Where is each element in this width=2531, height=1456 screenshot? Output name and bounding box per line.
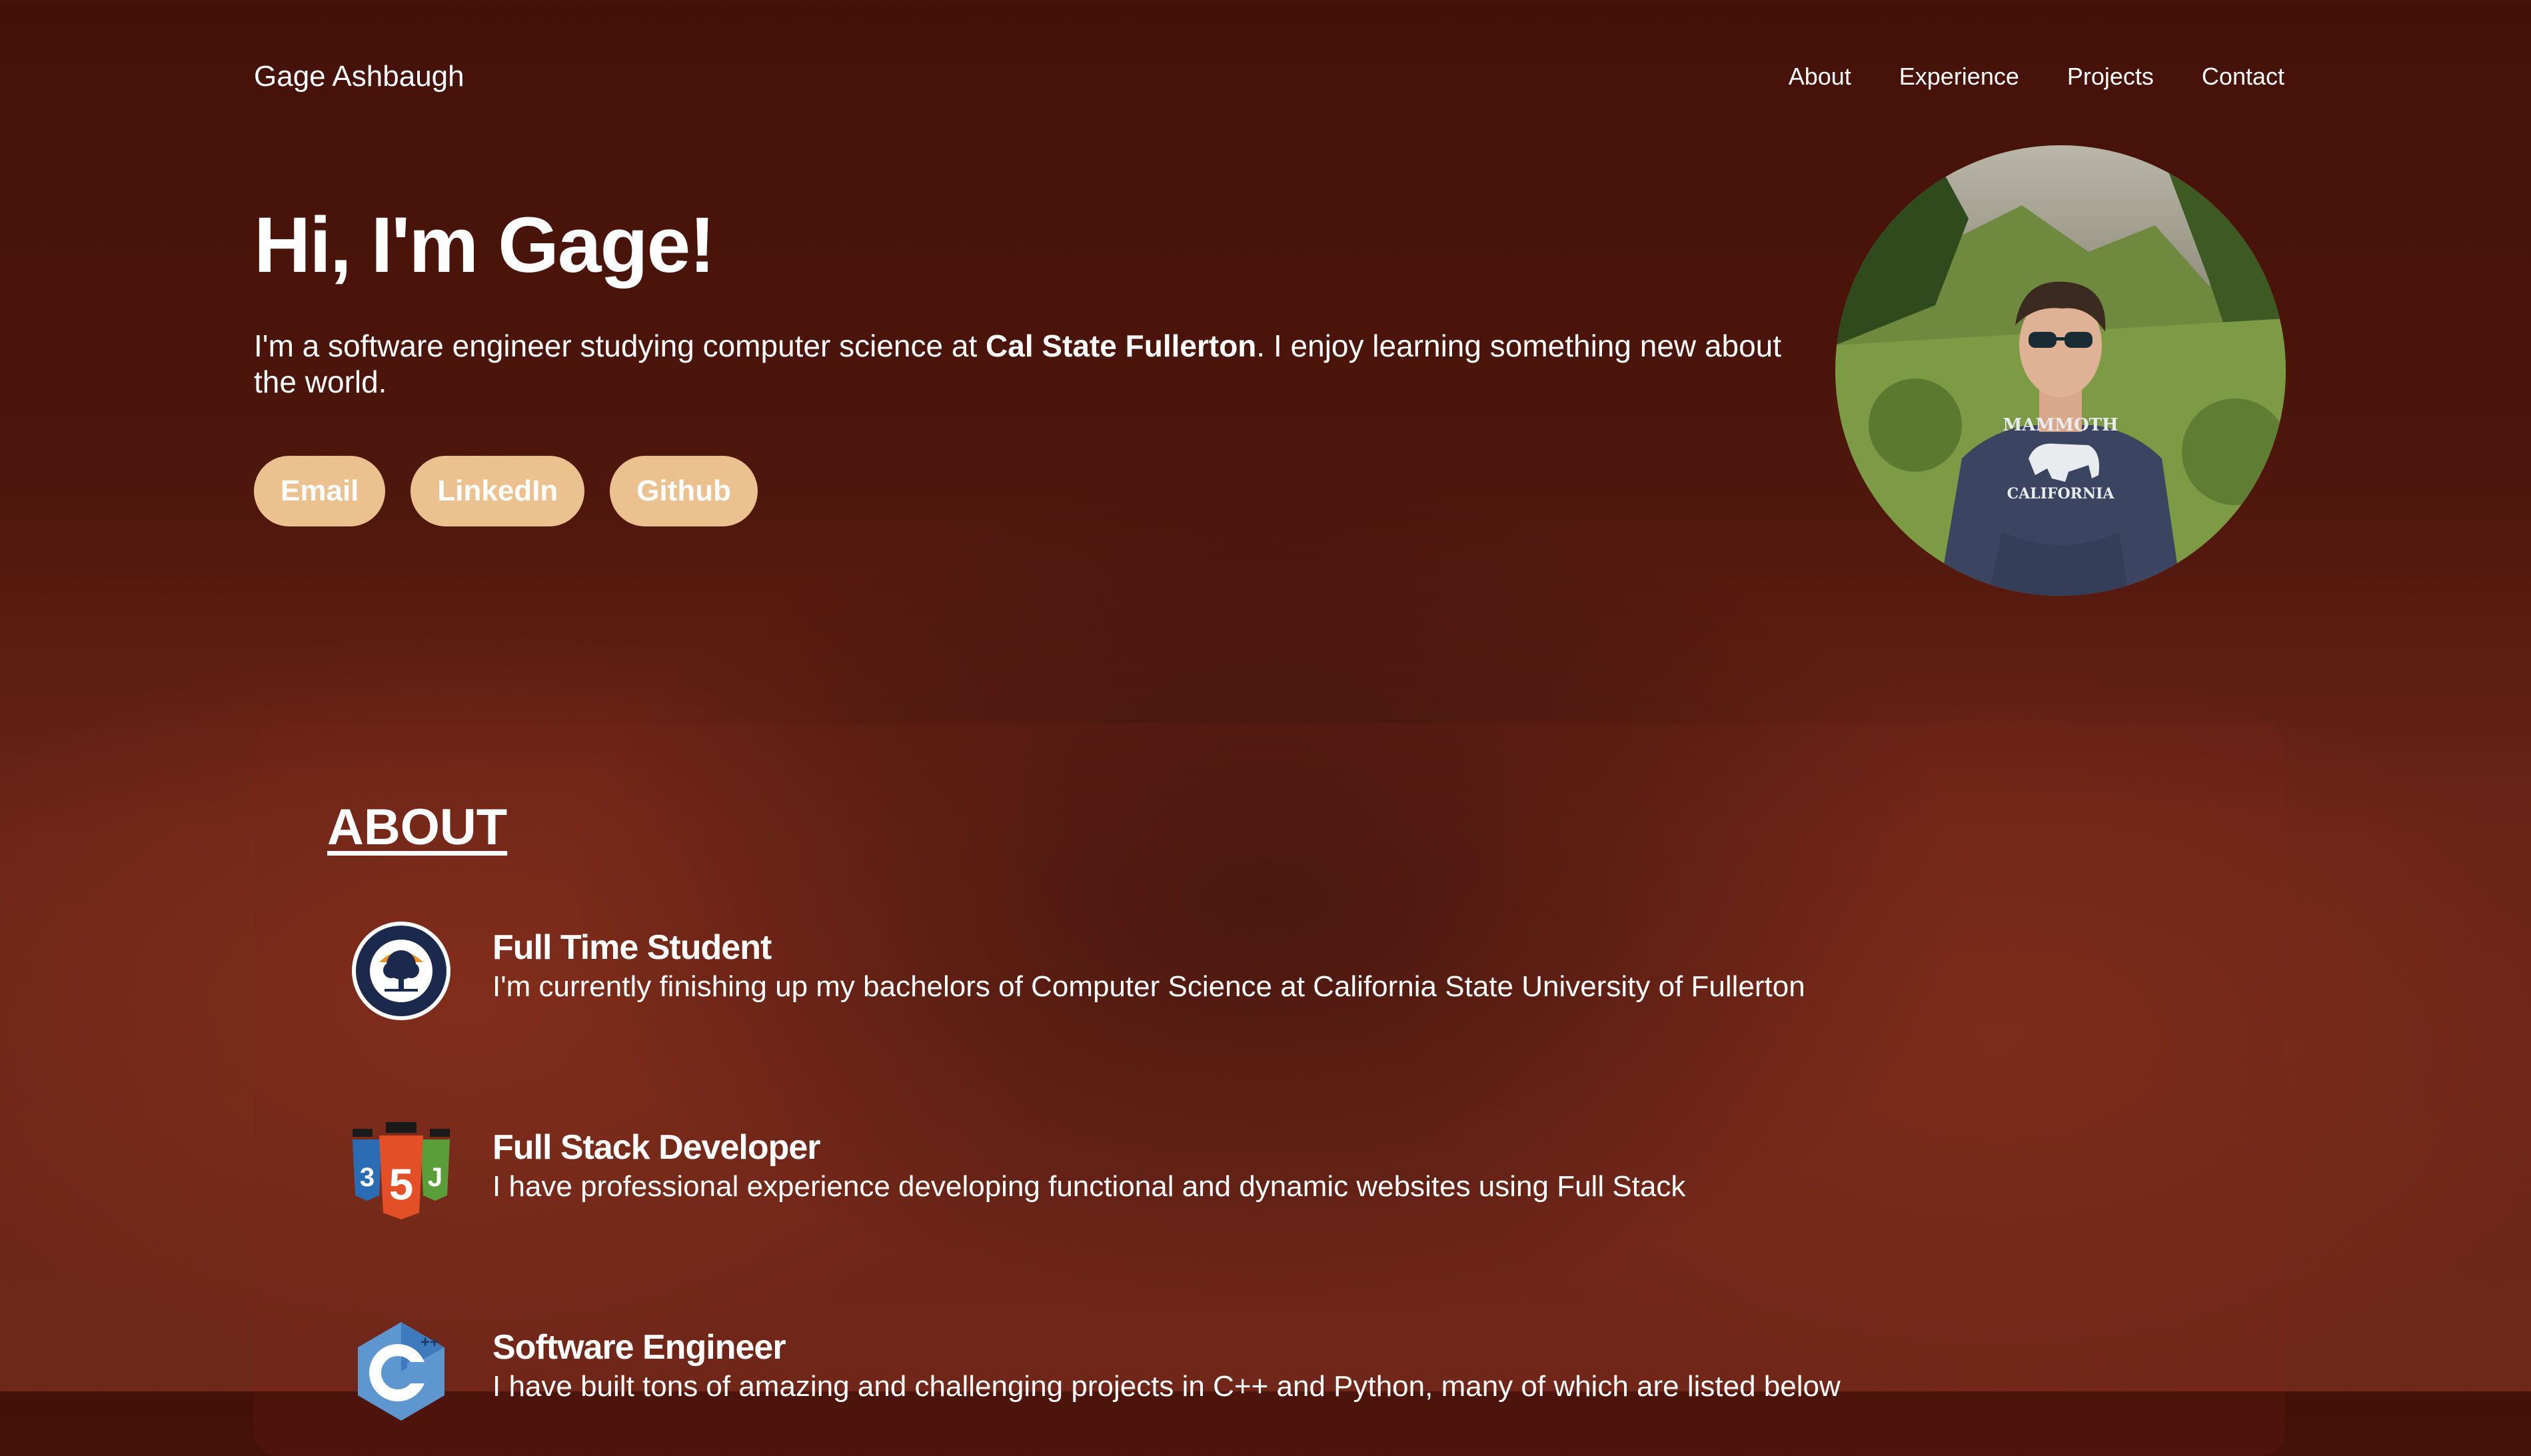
intro-text: I'm a software engineer studying compute… (254, 329, 986, 363)
about-item-title: Full Stack Developer (492, 1128, 821, 1167)
about-item-title: Full Time Student (492, 928, 772, 967)
svg-text:3: 3 (360, 1163, 375, 1192)
svg-text:5: 5 (389, 1159, 414, 1209)
contact-buttons: Email LinkedIn Github (254, 456, 758, 526)
svg-text:CALIFORNIA: CALIFORNIA (2007, 485, 2115, 502)
svg-text:J: J (428, 1163, 442, 1192)
cpp-icon: ++ (351, 1321, 451, 1421)
svg-text:++: ++ (421, 1333, 439, 1351)
svg-text:MAMMOTH: MAMMOTH (2003, 415, 2118, 435)
about-item-software: ++ Software Engineer I have built tons o… (351, 1321, 1841, 1421)
university-name: Cal State Fullerton (986, 329, 1257, 363)
about-title: ABOUT (327, 799, 508, 856)
hero-intro: I'm a software engineer studying compute… (254, 328, 1800, 400)
nav-experience[interactable]: Experience (1899, 63, 2019, 91)
main-nav: About Experience Projects Contact (1789, 63, 2284, 91)
email-button[interactable]: Email (254, 456, 386, 526)
nav-projects[interactable]: Projects (2067, 63, 2154, 91)
about-item-text: I have professional experience developin… (492, 1170, 1686, 1203)
nav-about[interactable]: About (1789, 63, 1851, 91)
about-item-text: I have built tons of amazing and challen… (492, 1370, 1841, 1403)
linkedin-button[interactable]: LinkedIn (411, 456, 585, 526)
about-item-student: Full Time Student I'm currently finishin… (351, 921, 1805, 1021)
about-item-fullstack: 3 J 5 Full Stack Developer I have profes… (351, 1121, 1685, 1221)
site-name[interactable]: Gage Ashbaugh (254, 60, 464, 93)
nav-contact[interactable]: Contact (2202, 63, 2284, 91)
github-button[interactable]: Github (610, 456, 758, 526)
university-seal-icon (351, 921, 451, 1021)
html-css-js-icon: 3 J 5 (351, 1121, 451, 1221)
about-item-title: Software Engineer (492, 1328, 786, 1367)
hero-title: Hi, I'm Gage! (254, 201, 716, 289)
about-item-text: I'm currently finishing up my bachelors … (492, 970, 1805, 1003)
profile-photo: MAMMOTH CALIFORNIA (1835, 145, 2286, 596)
